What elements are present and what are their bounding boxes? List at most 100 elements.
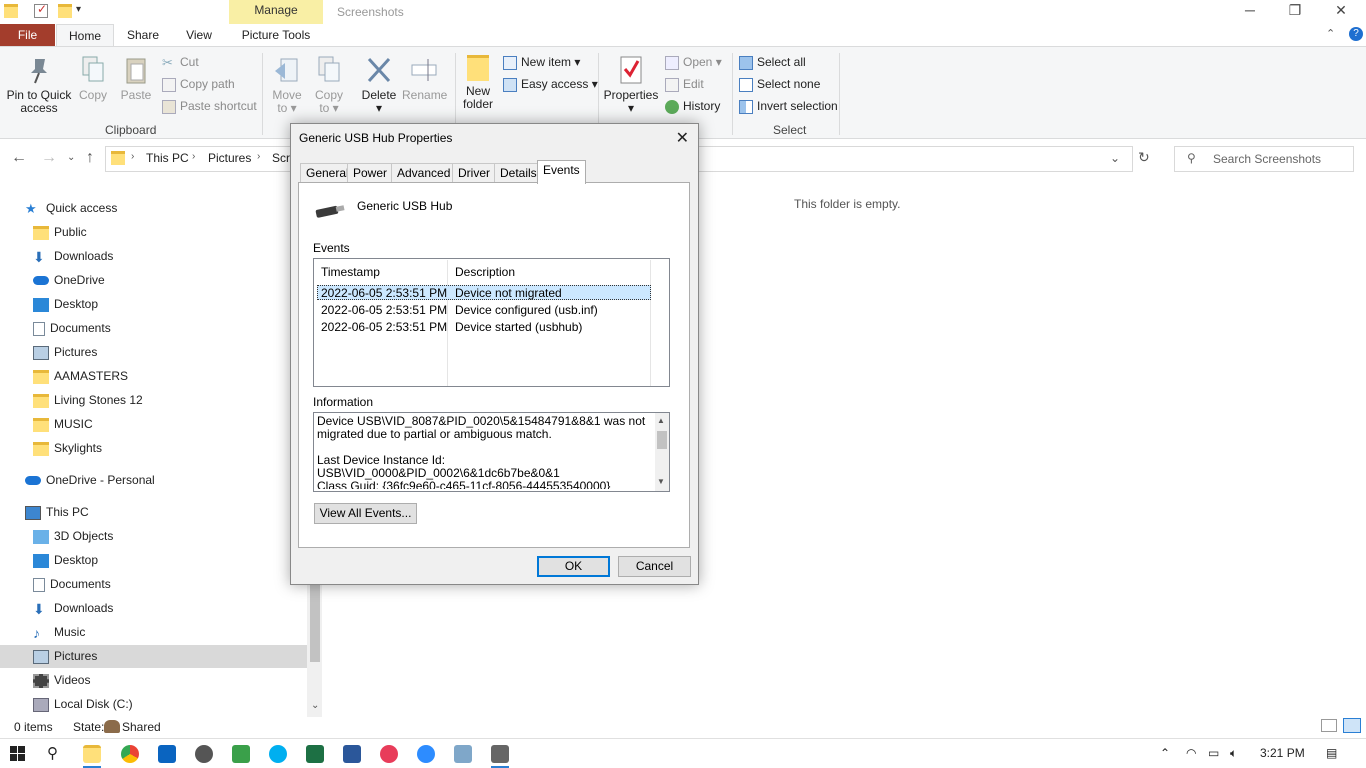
nav-item-pc-music[interactable]: ♪ Music [33, 621, 85, 643]
view-all-events-button[interactable]: View All Events... [314, 503, 417, 524]
breadcrumb-pictures[interactable]: Pictures [208, 151, 251, 165]
new-item-button[interactable]: New item ▾ [503, 52, 580, 72]
select-all-button[interactable]: Select all [739, 52, 806, 72]
nav-item-documents[interactable]: Documents [33, 317, 111, 339]
scroll-up-icon[interactable]: ▲ [657, 416, 665, 425]
nav-item-local-disk[interactable]: Local Disk (C:) [33, 693, 133, 715]
minimize-button[interactable]: ─ [1227, 2, 1273, 18]
nav-item-pc-desktop[interactable]: Desktop [33, 549, 98, 571]
tab-driver[interactable]: Driver [452, 163, 496, 183]
maximize-button[interactable]: ❐ [1272, 2, 1318, 19]
properties-quick-icon[interactable]: ✓ [34, 2, 48, 18]
nav-item-pictures[interactable]: Pictures [33, 341, 97, 363]
recent-locations-icon[interactable]: ⌄ [67, 152, 75, 163]
tab-share[interactable]: Share [118, 24, 168, 46]
event-row[interactable]: 2022-06-05 2:53:51 PM Device not migrate… [317, 285, 651, 300]
forward-icon[interactable]: → [41, 149, 57, 167]
nav-quick-access[interactable]: ★ Quick access [25, 197, 117, 219]
device-manager-icon[interactable] [491, 745, 509, 763]
search-icon[interactable]: ⚲ [47, 744, 58, 762]
nav-item-desktop[interactable]: Desktop [33, 293, 98, 315]
tab-events[interactable]: Events [537, 160, 586, 184]
info-scrollbar-thumb[interactable] [657, 431, 667, 449]
invert-selection-button[interactable]: Invert selection [739, 96, 838, 116]
delete-button[interactable]: Delete ▾ [358, 47, 400, 115]
scroll-down-icon[interactable]: ▼ [657, 477, 665, 486]
skype-icon[interactable] [269, 745, 287, 763]
file-explorer-icon[interactable] [83, 745, 101, 763]
new-folder-button[interactable]: New folder [458, 47, 498, 111]
wifi-icon[interactable]: ◠ [1186, 746, 1196, 760]
up-icon[interactable]: ↑ [86, 149, 94, 167]
paste-button[interactable]: Paste [118, 47, 154, 102]
nav-item-music-folder[interactable]: MUSIC [33, 413, 93, 435]
copy-path-button[interactable]: Copy path [162, 74, 235, 94]
nav-item-onedrive[interactable]: OneDrive [33, 269, 105, 291]
edit-button[interactable]: Edit [665, 74, 704, 94]
properties-button[interactable]: Properties ▾ [603, 47, 659, 115]
dialog-close-icon[interactable]: ✕ [676, 128, 689, 148]
copy-button[interactable]: Copy [76, 47, 110, 102]
nav-scrollbar-thumb[interactable] [310, 582, 320, 662]
event-row[interactable]: 2022-06-05 2:53:51 PM Device configured … [317, 303, 651, 318]
nav-item-public[interactable]: Public [33, 221, 87, 243]
event-row[interactable]: 2022-06-05 2:53:51 PM Device started (us… [317, 320, 651, 335]
copy-to-button[interactable]: Copy to ▾ [310, 47, 348, 115]
nav-item-pc-documents[interactable]: Documents [33, 573, 111, 595]
nav-this-pc[interactable]: This PC [25, 501, 89, 523]
outlook-icon[interactable] [158, 745, 176, 763]
itunes-icon[interactable] [380, 745, 398, 763]
nav-item-aamasters[interactable]: AAMASTERS [33, 365, 128, 387]
word-icon[interactable] [343, 745, 361, 763]
column-description[interactable]: Description [455, 265, 515, 279]
chrome-icon[interactable] [121, 745, 139, 763]
select-none-button[interactable]: Select none [739, 74, 820, 94]
excel-icon[interactable] [306, 745, 324, 763]
events-list[interactable]: Timestamp Description 2022-06-05 2:53:51… [313, 258, 670, 387]
nav-item-pc-videos[interactable]: Videos [33, 669, 90, 691]
show-hidden-icons-icon[interactable]: ⌃ [1160, 746, 1170, 760]
help-icon[interactable]: ? [1349, 27, 1363, 41]
close-button[interactable]: ✕ [1318, 2, 1364, 19]
breadcrumb-screenshots[interactable]: Scr [272, 151, 290, 165]
paste-shortcut-button[interactable]: Paste shortcut [162, 96, 257, 116]
nav-item-living-stones[interactable]: Living Stones 12 [33, 389, 143, 411]
volume-icon[interactable]: 🔈︎ [1230, 746, 1237, 761]
information-box[interactable]: Device USB\VID_8087&PID_0020\5&15484791&… [313, 412, 670, 492]
notifications-icon[interactable]: ▤ [1326, 746, 1337, 760]
breadcrumb-this-pc[interactable]: This PC [146, 151, 189, 165]
cut-button[interactable]: ✂ Cut [162, 52, 199, 72]
ok-button[interactable]: OK [537, 556, 610, 577]
tab-picture-tools[interactable]: Picture Tools [229, 24, 323, 46]
scroll-down-icon[interactable]: ⌄ [311, 700, 319, 711]
nav-item-pc-downloads[interactable]: ⬇ Downloads [33, 597, 113, 619]
nav-item-pc-pictures[interactable]: Pictures [33, 645, 97, 667]
nav-onedrive-personal[interactable]: OneDrive - Personal [25, 469, 155, 491]
delete-dropdown-icon[interactable]: ▾ [358, 102, 400, 115]
move-to-button[interactable]: Move to ▾ [268, 47, 306, 115]
tab-advanced[interactable]: Advanced [391, 163, 457, 183]
nav-item-3d-objects[interactable]: 3D Objects [33, 525, 113, 547]
properties-dropdown-icon[interactable]: ▾ [603, 102, 659, 115]
app-icon[interactable] [454, 745, 472, 763]
tab-home[interactable]: Home [56, 24, 114, 46]
rename-button[interactable]: Rename [402, 47, 447, 102]
windows-start-icon[interactable] [10, 746, 26, 762]
clock[interactable]: 3:21 PM [1260, 746, 1305, 760]
app-icon[interactable] [195, 745, 213, 763]
tab-details[interactable]: Details [494, 163, 543, 183]
customize-quick-access-icon[interactable]: ▾ [76, 4, 90, 18]
collapse-ribbon-icon[interactable]: ⌃ [1326, 27, 1335, 40]
tab-power[interactable]: Power [347, 163, 394, 183]
cancel-button[interactable]: Cancel [618, 556, 691, 577]
battery-icon[interactable]: ▭ [1208, 746, 1219, 760]
new-folder-quick-icon[interactable] [58, 4, 72, 18]
nav-item-skylights[interactable]: Skylights [33, 437, 102, 459]
refresh-icon[interactable]: ↻ [1138, 149, 1150, 166]
easy-access-button[interactable]: Easy access ▾ [503, 74, 598, 94]
large-icons-view-icon[interactable] [1343, 718, 1361, 733]
tab-view[interactable]: View [174, 24, 224, 46]
pin-to-quick-access-button[interactable]: Pin to Quick access [4, 47, 74, 115]
history-button[interactable]: History [665, 96, 720, 116]
open-button[interactable]: Open ▾ [665, 52, 722, 72]
